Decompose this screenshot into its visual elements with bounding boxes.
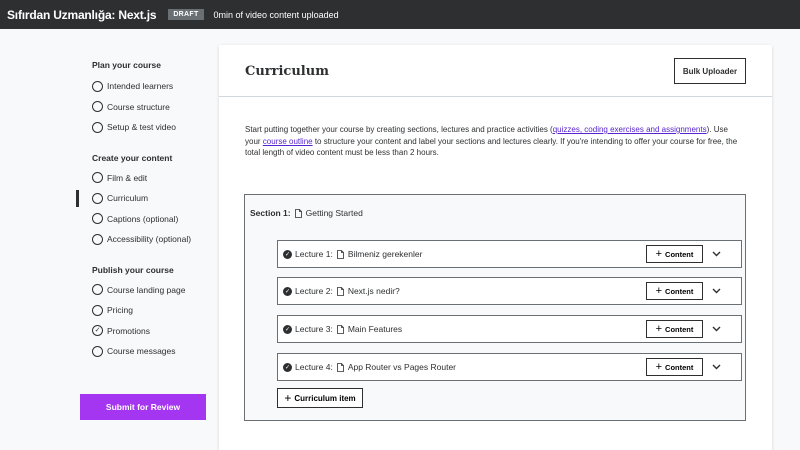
sidebar-item-label: Setup & test video bbox=[107, 122, 176, 133]
chevron-down-icon[interactable] bbox=[709, 284, 723, 298]
sidebar-item-curriculum[interactable]: Curriculum bbox=[76, 188, 216, 209]
content-button-label: Content bbox=[665, 286, 694, 296]
sidebar-item-intended-learners[interactable]: Intended learners bbox=[76, 76, 216, 97]
radio-icon bbox=[92, 345, 103, 357]
card-header: Curriculum Bulk Uploader bbox=[219, 45, 772, 97]
course-title[interactable]: Sıfırdan Uzmanlığa: Next.js bbox=[7, 8, 157, 22]
file-icon bbox=[336, 324, 344, 334]
sidebar-item-label: Course messages bbox=[107, 346, 176, 357]
sidebar-item-label: Pricing bbox=[107, 305, 133, 316]
section-label: Section 1: bbox=[250, 208, 291, 218]
lecture-title: App Router vs Pages Router bbox=[347, 362, 457, 372]
lecture-row[interactable]: ✓ Lecture 1: Bilmeniz gerekenler + Conten… bbox=[277, 240, 742, 268]
course-outline-link[interactable]: course outline bbox=[263, 137, 313, 146]
add-content-button[interactable]: + Content bbox=[646, 358, 703, 376]
lecture-row[interactable]: ✓ Lecture 2: Next.js nedir? + Content bbox=[277, 277, 742, 305]
file-icon bbox=[336, 249, 344, 259]
lecture-row[interactable]: ✓ Lecture 4: App Router vs Pages Router … bbox=[277, 353, 742, 381]
radio-icon bbox=[92, 213, 103, 225]
file-icon bbox=[336, 286, 344, 296]
sidebar-item-promotions[interactable]: ✓ Promotions bbox=[76, 321, 216, 342]
sidebar: Plan your course Intended learners Cours… bbox=[76, 60, 216, 362]
section-title: Section 1: Getting Started bbox=[250, 208, 363, 218]
sidebar-item-label: Intended learners bbox=[107, 81, 174, 92]
plus-icon: + bbox=[655, 284, 663, 297]
content-button-label: Content bbox=[665, 249, 694, 259]
plus-icon: + bbox=[655, 247, 663, 260]
lecture-title: Next.js nedir? bbox=[347, 286, 400, 296]
sidebar-item-course-structure[interactable]: Course structure bbox=[76, 97, 216, 118]
plus-icon: + bbox=[655, 360, 663, 373]
sidebar-item-label: Course structure bbox=[107, 101, 170, 112]
lecture-title: Bilmeniz gerekenler bbox=[347, 249, 423, 259]
radio-icon bbox=[92, 304, 103, 316]
file-icon bbox=[336, 362, 344, 372]
add-content-button[interactable]: + Content bbox=[646, 282, 703, 300]
sidebar-item-accessibility[interactable]: Accessibility (optional) bbox=[76, 229, 216, 250]
radio-icon bbox=[92, 172, 103, 184]
check-circle-icon: ✓ bbox=[283, 249, 292, 259]
chevron-down-icon[interactable] bbox=[709, 360, 723, 374]
check-circle-icon: ✓ bbox=[283, 324, 292, 334]
sidebar-item-label: Accessibility (optional) bbox=[107, 234, 192, 245]
add-content-button[interactable]: + Content bbox=[646, 245, 703, 263]
sidebar-section-plan: Plan your course bbox=[92, 60, 161, 70]
section-name[interactable]: Getting Started bbox=[306, 208, 363, 218]
check-circle-icon: ✓ bbox=[92, 325, 103, 337]
lecture-number: Lecture 4: bbox=[295, 362, 333, 372]
curriculum-item-label: Curriculum item bbox=[294, 393, 356, 403]
plus-icon: + bbox=[655, 322, 663, 335]
add-curriculum-item-button[interactable]: + Curriculum item bbox=[277, 388, 363, 408]
content-button-label: Content bbox=[665, 362, 694, 372]
radio-icon bbox=[92, 233, 103, 245]
curriculum-card: Curriculum Bulk Uploader Start putting t… bbox=[219, 45, 772, 450]
sidebar-section-publish: Publish your course bbox=[92, 264, 174, 275]
sidebar-item-captions[interactable]: Captions (optional) bbox=[76, 209, 216, 230]
sidebar-section-create: Create your content bbox=[92, 152, 173, 163]
check-circle-icon: ✓ bbox=[283, 286, 292, 296]
sidebar-item-label: Curriculum bbox=[107, 193, 149, 204]
intro-text: Start putting together your course by cr… bbox=[245, 124, 745, 159]
check-circle-icon: ✓ bbox=[283, 362, 292, 372]
sidebar-item-setup-test-video[interactable]: Setup & test video bbox=[76, 117, 216, 138]
sidebar-item-pricing[interactable]: Pricing bbox=[76, 300, 216, 321]
quizzes-link[interactable]: quizzes, coding exercises and assignment… bbox=[553, 125, 707, 134]
lecture-title: Main Features bbox=[347, 324, 403, 334]
top-bar: Sıfırdan Uzmanlığa: Next.js DRAFT 0min o… bbox=[0, 0, 800, 29]
content-button-label: Content bbox=[665, 324, 694, 334]
plus-icon: + bbox=[284, 391, 292, 405]
chevron-down-icon[interactable] bbox=[709, 247, 723, 261]
section-1: Section 1: Getting Started ✓ Lecture 1: … bbox=[244, 194, 746, 421]
intro-text-part: to structure your content and label your… bbox=[245, 136, 738, 158]
sidebar-item-label: Course landing page bbox=[107, 284, 186, 295]
file-icon bbox=[294, 208, 302, 218]
upload-status: 0min of video content uploaded bbox=[213, 9, 339, 20]
add-content-button[interactable]: + Content bbox=[646, 320, 703, 338]
lecture-number: Lecture 3: bbox=[295, 324, 333, 334]
draft-badge: DRAFT bbox=[168, 9, 204, 20]
sidebar-item-label: Captions (optional) bbox=[107, 213, 179, 224]
submit-for-review-button[interactable]: Submit for Review bbox=[80, 394, 206, 420]
lecture-number: Lecture 2: bbox=[295, 286, 333, 296]
intro-text-part: Start putting together your course by cr… bbox=[245, 125, 553, 134]
sidebar-item-course-messages[interactable]: Course messages bbox=[76, 341, 216, 362]
lecture-row[interactable]: ✓ Lecture 3: Main Features + Content bbox=[277, 315, 742, 343]
sidebar-item-label: Promotions bbox=[107, 325, 150, 336]
radio-icon bbox=[92, 80, 103, 92]
radio-icon bbox=[92, 192, 103, 204]
lecture-number: Lecture 1: bbox=[295, 249, 333, 259]
radio-icon bbox=[92, 121, 103, 133]
radio-icon bbox=[92, 284, 103, 296]
sidebar-item-course-landing-page[interactable]: Course landing page bbox=[76, 280, 216, 301]
radio-icon bbox=[92, 101, 103, 113]
sidebar-item-label: Film & edit bbox=[107, 172, 148, 183]
bulk-uploader-button[interactable]: Bulk Uploader bbox=[674, 58, 746, 84]
chevron-down-icon[interactable] bbox=[709, 322, 723, 336]
sidebar-item-film-edit[interactable]: Film & edit bbox=[76, 168, 216, 189]
page-title: Curriculum bbox=[245, 64, 329, 79]
